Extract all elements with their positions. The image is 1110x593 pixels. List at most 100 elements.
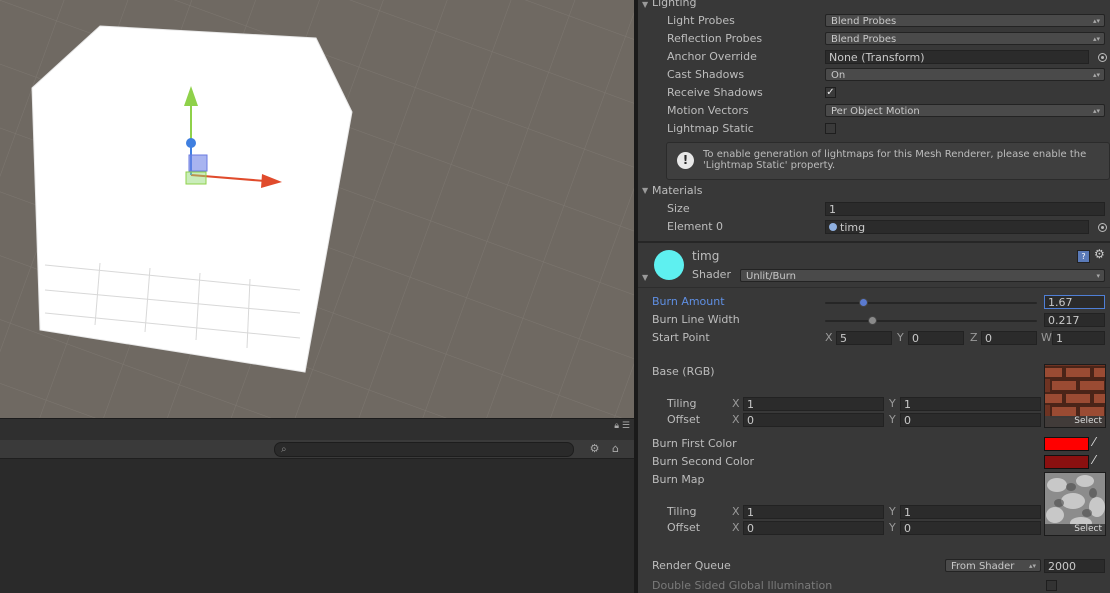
render-queue-dropdown[interactable]: From Shader ▴▾ xyxy=(945,559,1041,572)
axis-y-label: Y xyxy=(897,331,904,344)
receive-shadows-checkbox[interactable]: ✓ xyxy=(825,87,836,98)
burn-map-texture-slot[interactable]: Select xyxy=(1044,472,1106,536)
element0-label: Element 0 xyxy=(667,220,724,233)
warning-icon: ! xyxy=(677,152,694,169)
help-text: To enable generation of lightmaps for th… xyxy=(703,149,1087,171)
base-offset-y[interactable]: 0 xyxy=(900,413,1041,427)
materials-foldout-icon[interactable]: ▼ xyxy=(642,186,648,195)
motion-vectors-dropdown[interactable]: Per Object Motion ▴▾ xyxy=(825,104,1105,117)
size-field[interactable]: 1 xyxy=(825,202,1105,216)
burn-amount-field[interactable]: 1.67 xyxy=(1044,295,1105,309)
section-divider xyxy=(638,287,1110,288)
base-texture-slot[interactable]: Select xyxy=(1044,364,1106,428)
receive-shadows-label: Receive Shadows xyxy=(667,86,763,99)
dropdown-arrow-icon: ▴▾ xyxy=(1092,35,1100,43)
lightmap-static-label: Lightmap Static xyxy=(667,122,754,135)
burn-line-width-field[interactable]: 0.217 xyxy=(1044,313,1105,327)
burn-first-color-label: Burn First Color xyxy=(652,437,737,450)
burn-map-offset-label: Offset xyxy=(667,521,701,534)
render-queue-field[interactable]: 2000 xyxy=(1044,559,1105,573)
start-point-y[interactable]: 0 xyxy=(908,331,964,345)
render-queue-label: Render Queue xyxy=(652,559,731,572)
element0-field[interactable]: timg xyxy=(825,220,1089,234)
burn-second-color-swatch[interactable] xyxy=(1044,455,1089,469)
burn-first-color-swatch[interactable] xyxy=(1044,437,1089,451)
gear-icon[interactable]: ⚙ xyxy=(1094,247,1105,261)
axis-y-label: Y xyxy=(889,397,896,410)
double-sided-gi-label: Double Sided Global Illumination xyxy=(652,579,833,592)
burn-map-select[interactable]: Select xyxy=(1045,524,1105,535)
burn-map-tiling-label: Tiling xyxy=(667,505,697,518)
burn-map-offset-x[interactable]: 0 xyxy=(743,521,884,535)
burn-line-width-slider-track[interactable] xyxy=(825,320,1037,322)
filter-by-type-icon[interactable]: ⚙ xyxy=(586,441,603,456)
project-toolbar: ⌕ ⚙ ⌂ xyxy=(0,440,634,459)
dropdown-arrow-icon: ▾ xyxy=(1096,272,1100,280)
burn-amount-slider-knob[interactable] xyxy=(859,298,869,307)
material-foldout-icon[interactable]: ▼ xyxy=(642,273,648,282)
base-rgb-label: Base (RGB) xyxy=(652,365,715,378)
burn-line-width-slider-knob[interactable] xyxy=(867,316,877,325)
axis-x-label: X xyxy=(732,521,740,534)
axis-x-label: X xyxy=(732,397,740,410)
burn-amount-label: Burn Amount xyxy=(652,295,725,308)
material-name: timg xyxy=(692,249,720,263)
burn-map-offset-y[interactable]: 0 xyxy=(900,521,1041,535)
search-icon: ⌕ xyxy=(281,444,287,455)
lighting-header: Lighting xyxy=(652,0,697,9)
start-point-w[interactable]: 1 xyxy=(1052,331,1105,345)
double-sided-gi-checkbox[interactable] xyxy=(1046,580,1057,591)
help-book-icon[interactable]: ? xyxy=(1077,250,1090,263)
eyedropper-icon[interactable]: ⁄ xyxy=(1093,435,1095,449)
lock-icon[interactable]: 🔒︎ ☰ xyxy=(614,421,630,431)
base-tiling-x[interactable]: 1 xyxy=(743,397,884,411)
base-tiling-label: Tiling xyxy=(667,397,697,410)
axis-y-label: Y xyxy=(889,505,896,518)
cube-face xyxy=(31,25,353,373)
reflection-probes-label: Reflection Probes xyxy=(667,32,763,45)
size-label: Size xyxy=(667,202,690,215)
object-picker-icon[interactable] xyxy=(1098,223,1107,232)
axis-w-label: W xyxy=(1041,331,1052,344)
tag-icon[interactable]: ⌂ xyxy=(607,441,624,456)
axis-x-label: X xyxy=(732,413,740,426)
lighting-foldout-icon[interactable]: ▼ xyxy=(642,0,648,9)
base-offset-x[interactable]: 0 xyxy=(743,413,884,427)
eyedropper-icon[interactable]: ⁄ xyxy=(1093,453,1095,467)
axis-y-label: Y xyxy=(889,413,896,426)
shader-label: Shader xyxy=(692,268,731,281)
scene-view[interactable] xyxy=(0,0,634,418)
inspector-panel: ▼ Lighting Light Probes Blend Probes ▴▾ R… xyxy=(638,0,1110,593)
base-tiling-y[interactable]: 1 xyxy=(900,397,1041,411)
lightmap-static-checkbox[interactable] xyxy=(825,123,836,134)
burn-map-tiling-y[interactable]: 1 xyxy=(900,505,1041,519)
reflection-probes-dropdown[interactable]: Blend Probes ▴▾ xyxy=(825,32,1105,45)
anchor-override-field[interactable]: None (Transform) xyxy=(825,50,1089,64)
burn-map-tiling-x[interactable]: 1 xyxy=(743,505,884,519)
search-field[interactable]: ⌕ xyxy=(274,442,574,457)
dropdown-arrow-icon: ▴▾ xyxy=(1028,562,1036,570)
lightmap-help-box: ! To enable generation of lightmaps for … xyxy=(666,142,1110,180)
dropdown-arrow-icon: ▴▾ xyxy=(1092,71,1100,79)
burn-map-label: Burn Map xyxy=(652,473,705,486)
cast-shadows-dropdown[interactable]: On ▴▾ xyxy=(825,68,1105,81)
start-point-z[interactable]: 0 xyxy=(981,331,1037,345)
axis-x-label: X xyxy=(825,331,833,344)
axis-z-label: Z xyxy=(970,331,978,344)
section-divider xyxy=(638,241,1110,243)
materials-header: Materials xyxy=(652,184,703,197)
axis-x-label: X xyxy=(732,505,740,518)
scene-canvas[interactable] xyxy=(0,0,634,418)
cast-shadows-label: Cast Shadows xyxy=(667,68,745,81)
material-preview-ball xyxy=(654,250,684,280)
shader-dropdown[interactable]: Unlit/Burn ▾ xyxy=(740,269,1105,282)
burn-amount-slider-track[interactable] xyxy=(825,302,1037,304)
dropdown-arrow-icon: ▴▾ xyxy=(1092,17,1100,25)
scene-bottom-bar: 🔒︎ ☰ xyxy=(0,418,634,441)
object-picker-icon[interactable] xyxy=(1098,53,1107,62)
base-texture-select[interactable]: Select xyxy=(1045,416,1105,427)
start-point-label: Start Point xyxy=(652,331,710,344)
start-point-x[interactable]: 5 xyxy=(836,331,892,345)
dropdown-arrow-icon: ▴▾ xyxy=(1092,107,1100,115)
light-probes-dropdown[interactable]: Blend Probes ▴▾ xyxy=(825,14,1105,27)
